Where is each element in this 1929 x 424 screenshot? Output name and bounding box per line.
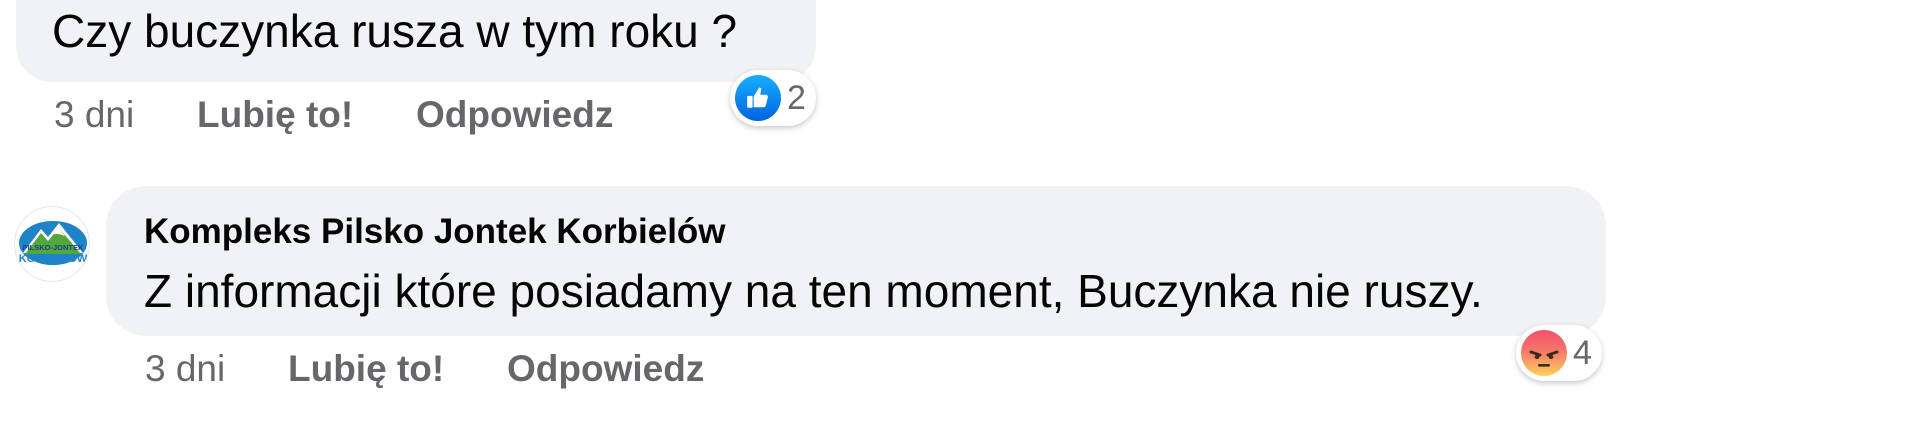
like-link[interactable]: Lubię to! xyxy=(288,350,444,387)
comment-timestamp[interactable]: 3 dni xyxy=(145,350,225,387)
comment-text: Z informacji które posiadamy na ten mome… xyxy=(144,265,1483,317)
reply-link[interactable]: Odpowiedz xyxy=(416,96,613,133)
avatar[interactable]: PILSKO-JONTEK KORBIELÓW xyxy=(14,206,90,282)
mountain-logo-icon: PILSKO-JONTEK KORBIELÓW xyxy=(19,221,88,265)
reaction-summary[interactable]: 2 xyxy=(730,70,816,126)
reaction-count: 4 xyxy=(1573,334,1592,372)
angry-icon xyxy=(1521,330,1567,376)
comment-author[interactable]: Kompleks Pilsko Jontek Korbielów xyxy=(144,214,726,249)
comment-bubble: Czy buczynka rusza w tym roku ? xyxy=(16,0,816,82)
comment-bubble: Kompleks Pilsko Jontek Korbielów Z infor… xyxy=(106,186,1606,336)
reaction-count: 2 xyxy=(787,79,806,117)
like-link[interactable]: Lubię to! xyxy=(197,96,353,133)
like-icon xyxy=(735,75,781,121)
logo-top-text: PILSKO-JONTEK xyxy=(23,243,84,252)
logo-bottom-text: KORBIELÓW xyxy=(19,252,88,265)
reply-link[interactable]: Odpowiedz xyxy=(507,350,704,387)
comment-timestamp[interactable]: 3 dni xyxy=(54,96,134,133)
comment-text: Czy buczynka rusza w tym roku ? xyxy=(52,5,738,57)
reaction-summary[interactable]: 4 xyxy=(1516,325,1602,381)
